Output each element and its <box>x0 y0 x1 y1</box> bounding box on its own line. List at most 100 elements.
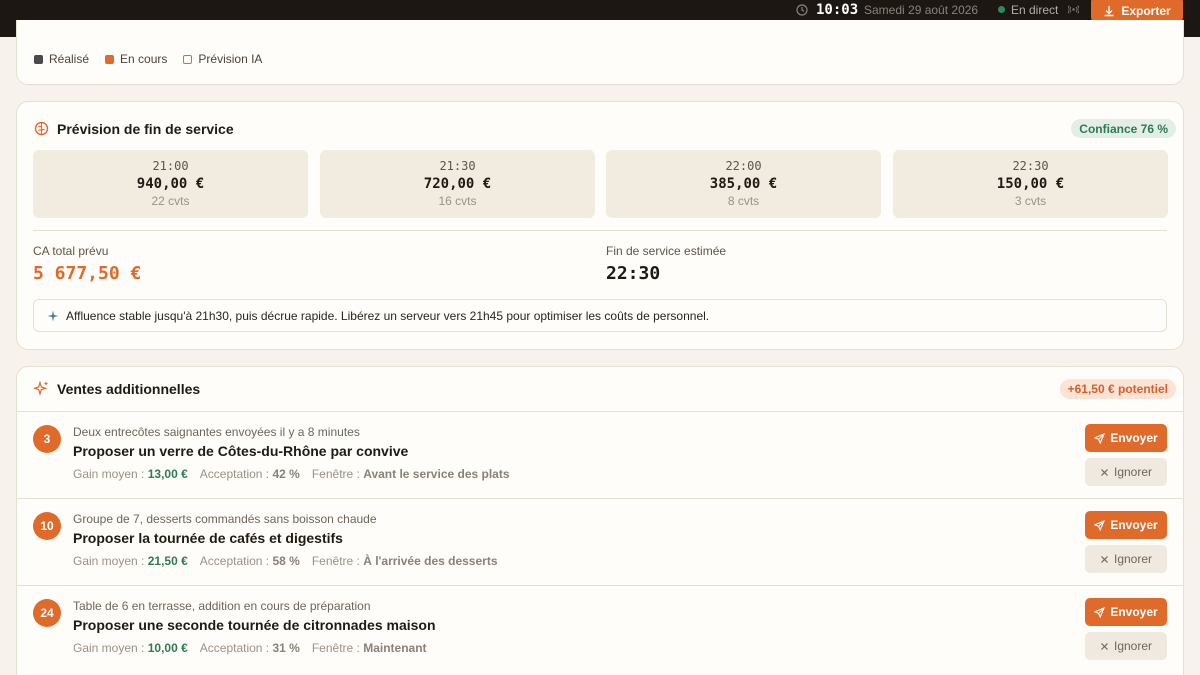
legend-swatch-prevision-ia <box>183 54 193 64</box>
upsell-suggestion: Proposer la tournée de cafés et digestif… <box>73 530 343 546</box>
window-value: Avant le service des plats <box>363 467 510 481</box>
window-value: À l'arrivée des desserts <box>363 554 498 568</box>
slot-amount: 940,00 € <box>136 176 205 192</box>
chart-legend-card: Réalisé En cours Prévision IA <box>16 20 1184 85</box>
potential-badge: +61,50 € potentiel <box>1059 379 1176 399</box>
window-field: Fenêtre : Avant le service des plats <box>312 467 510 481</box>
ignore-button[interactable]: Ignorer <box>1085 458 1167 486</box>
slot-time: 22:30 <box>1012 159 1049 173</box>
table-number-badge: 3 <box>33 425 61 453</box>
slot-covers: 8 cvts <box>727 194 760 208</box>
forecast-slot: 21:00 940,00 € 22 cvts <box>33 150 308 218</box>
acceptance-value: 31 % <box>272 641 300 655</box>
slot-amount: 150,00 € <box>996 176 1065 192</box>
gain-label: Gain moyen : <box>73 554 145 568</box>
upsell-suggestion: Proposer un verre de Côtes-du-Rhône par … <box>73 443 409 459</box>
slot-covers: 3 cvts <box>1014 194 1047 208</box>
total-revenue-value: 5 677,50 € <box>33 263 142 284</box>
send-button-label: Envoyer <box>1110 518 1158 532</box>
send-button-label: Envoyer <box>1110 431 1158 445</box>
upsell-context: Table de 6 en terrasse, addition en cour… <box>73 599 371 613</box>
upsell-meta: Gain moyen : 10,00 € Acceptation : 31 % … <box>73 641 427 655</box>
upsell-row: 24 Table de 6 en terrasse, addition en c… <box>17 585 1183 672</box>
live-status-dot <box>998 6 1005 13</box>
forecast-title: Prévision de fin de service <box>57 121 234 137</box>
slot-covers: 22 cvts <box>151 194 190 208</box>
ignore-button-label: Ignorer <box>1113 465 1153 479</box>
confidence-badge: Confiance 76 % <box>1071 119 1176 138</box>
send-button-label: Envoyer <box>1110 605 1158 619</box>
ai-insight-text: Affluence stable jusqu'à 21h30, puis déc… <box>66 308 710 323</box>
live-status-label: En direct <box>1011 3 1059 17</box>
gain-label: Gain moyen : <box>73 467 145 481</box>
gain-field: Gain moyen : 21,50 € <box>73 554 188 568</box>
legend-swatch-en-cours <box>105 54 115 64</box>
sparkle-icon <box>47 310 59 322</box>
send-icon <box>1094 606 1106 618</box>
upsell-context: Deux entrecôtes saignantes envoyées il y… <box>73 425 360 439</box>
window-label: Fenêtre : <box>311 554 360 568</box>
ignore-button[interactable]: Ignorer <box>1085 545 1167 573</box>
legend-label-en-cours: En cours <box>120 52 168 66</box>
legend-label-realise: Réalisé <box>49 52 90 66</box>
send-button[interactable]: Envoyer <box>1085 598 1167 626</box>
ignore-button-label: Ignorer <box>1113 552 1153 566</box>
sparkles-icon <box>34 381 48 396</box>
window-label: Fenêtre : <box>311 641 360 655</box>
broadcast-icon <box>1068 5 1079 14</box>
slot-covers: 16 cvts <box>438 194 477 208</box>
ignore-button[interactable]: Ignorer <box>1085 632 1167 660</box>
gain-value: 21,50 € <box>147 554 188 568</box>
export-button-label: Exporter <box>1121 4 1171 18</box>
gain-value: 13,00 € <box>147 467 188 481</box>
acceptance-value: 58 % <box>272 554 300 568</box>
current-date: Samedi 29 août 2026 <box>864 3 979 17</box>
slot-time: 21:30 <box>439 159 476 173</box>
gain-value: 10,00 € <box>147 641 188 655</box>
send-icon <box>1094 432 1106 444</box>
table-number-badge: 10 <box>33 512 61 540</box>
legend-item-en-cours: En cours <box>105 52 167 66</box>
upsell-row: 10 Groupe de 7, desserts commandés sans … <box>17 498 1183 585</box>
ignore-button-label: Ignorer <box>1113 639 1153 653</box>
upsell-context: Groupe de 7, desserts commandés sans boi… <box>73 512 377 526</box>
slot-amount: 720,00 € <box>423 176 492 192</box>
clock-icon <box>796 4 808 16</box>
service-end-label: Fin de service estimée <box>606 244 727 258</box>
close-icon <box>1101 468 1108 476</box>
forecast-slot: 22:00 385,00 € 8 cvts <box>606 150 881 218</box>
forecast-slot: 22:30 150,00 € 3 cvts <box>893 150 1168 218</box>
window-label: Fenêtre : <box>311 467 360 481</box>
legend-item-prevision-ia: Prévision IA <box>183 52 262 66</box>
chart-legend: Réalisé En cours Prévision IA <box>34 52 262 66</box>
slot-time: 22:00 <box>725 159 762 173</box>
legend-swatch-realise <box>34 54 43 64</box>
upsell-meta: Gain moyen : 13,00 € Acceptation : 42 % … <box>73 467 510 481</box>
gain-field: Gain moyen : 10,00 € <box>73 641 188 655</box>
upsell-title: Ventes additionnelles <box>57 381 201 397</box>
total-revenue-label: CA total prévu <box>33 244 109 258</box>
slot-time: 21:00 <box>152 159 189 173</box>
acceptance-label: Acceptation : <box>199 467 270 481</box>
window-value: Maintenant <box>363 641 427 655</box>
slot-amount: 385,00 € <box>709 176 778 192</box>
close-icon <box>1101 555 1108 563</box>
acceptance-label: Acceptation : <box>199 641 270 655</box>
legend-label-prevision-ia: Prévision IA <box>198 52 263 66</box>
acceptance-label: Acceptation : <box>199 554 270 568</box>
legend-item-realise: Réalisé <box>34 52 89 66</box>
acceptance-field: Acceptation : 31 % <box>200 641 300 655</box>
gain-field: Gain moyen : 13,00 € <box>73 467 188 481</box>
download-icon <box>1104 6 1114 17</box>
send-button[interactable]: Envoyer <box>1085 511 1167 539</box>
forecast-slot: 21:30 720,00 € 16 cvts <box>320 150 595 218</box>
current-time: 10:03 <box>816 2 859 18</box>
window-field: Fenêtre : Maintenant <box>312 641 427 655</box>
send-button[interactable]: Envoyer <box>1085 424 1167 452</box>
forecast-card: Prévision de fin de service Confiance 76… <box>16 101 1184 350</box>
service-end-value: 22:30 <box>606 263 661 284</box>
send-icon <box>1094 519 1106 531</box>
upsell-suggestion: Proposer une seconde tournée de citronna… <box>73 617 436 633</box>
upsell-row: 3 Deux entrecôtes saignantes envoyées il… <box>17 411 1183 498</box>
divider <box>33 230 1167 231</box>
